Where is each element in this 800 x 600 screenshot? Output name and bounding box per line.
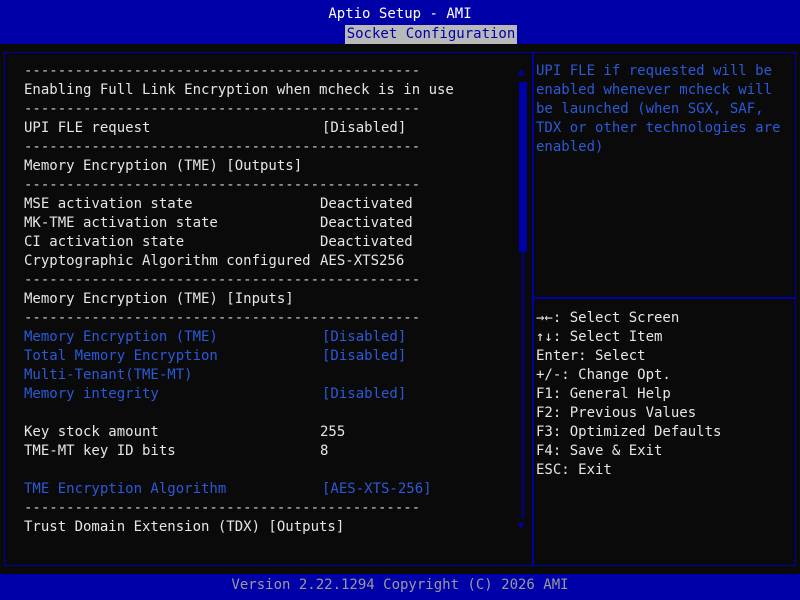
- app-title: Aptio Setup - AMI: [328, 6, 472, 22]
- setting-label-total-memory-encryption[interactable]: Total Memory Encryption: [24, 347, 218, 366]
- title-bar: Aptio Setup - AMI Socket Configuration: [0, 0, 800, 44]
- crypto-algo-label: Cryptographic Algorithm configured: [24, 253, 311, 269]
- mse-state-label: MSE activation state: [24, 196, 193, 212]
- setting-value-total-memory-encryption[interactable]: [Disabled]: [322, 347, 406, 366]
- key-hint-enter: Enter: Select: [536, 348, 646, 364]
- tab-socket-configuration[interactable]: Socket Configuration: [345, 25, 517, 44]
- help-text-line: enabled whenever mcheck will: [536, 82, 773, 98]
- panel-divider: [532, 52, 534, 566]
- key-hint-esc-exit: ESC: Exit: [536, 462, 612, 478]
- help-text-line: enabled): [536, 139, 604, 155]
- key-hint-change-opt: +/-: Change Opt.: [536, 367, 671, 383]
- ci-state-label: CI activation state: [24, 234, 185, 250]
- help-text-line: UPI FLE if requested will be: [536, 63, 773, 79]
- setting-value-tme[interactable]: [Disabled]: [322, 328, 406, 347]
- key-stock-value: 255: [320, 424, 346, 440]
- section-heading-tdx: Trust Domain Extension (TDX) [Outputs]: [24, 519, 345, 535]
- help-text-line: TDX or other technologies are: [536, 120, 781, 136]
- crypto-algo-value: AES-XTS256: [320, 253, 405, 269]
- ci-state-value: Deactivated: [320, 234, 413, 250]
- setting-value-upi-fle[interactable]: [Disabled]: [322, 119, 406, 138]
- mse-state-value: Deactivated: [320, 196, 413, 212]
- key-hint-save-exit: F4: Save & Exit: [536, 443, 663, 459]
- setting-value-tme-algorithm[interactable]: [AES-XTS-256]: [322, 480, 432, 499]
- key-id-bits-label: TME-MT key ID bits: [24, 443, 176, 459]
- setting-label-memory-integrity[interactable]: Memory integrity: [24, 385, 159, 404]
- key-stock-label: Key stock amount: [24, 424, 159, 440]
- help-text-line: be launched (when SGX, SAF,: [536, 101, 764, 117]
- scroll-down-icon[interactable]: ▼: [518, 520, 530, 532]
- setting-value-memory-integrity[interactable]: [Disabled]: [322, 385, 406, 404]
- section-heading-tme-outputs: Memory Encryption (TME) [Outputs]: [24, 158, 303, 174]
- setting-label-tme-algorithm[interactable]: TME Encryption Algorithm: [24, 480, 226, 499]
- separator: ----------------------------------------…: [24, 63, 421, 79]
- setting-label-tme[interactable]: Memory Encryption (TME): [24, 328, 218, 347]
- mk-tme-state-label: MK-TME activation state: [24, 215, 218, 231]
- scrollbar[interactable]: [519, 82, 529, 518]
- key-hint-select-item: ↑↓: Select Item: [536, 329, 663, 345]
- mk-tme-state-value: Deactivated: [320, 215, 413, 231]
- separator: ----------------------------------------…: [24, 177, 421, 193]
- section-heading-fle: Enabling Full Link Encryption when mchec…: [24, 82, 454, 98]
- separator: ----------------------------------------…: [24, 272, 421, 288]
- key-hint-general-help: F1: General Help: [536, 386, 671, 402]
- key-id-bits-value: 8: [320, 443, 329, 459]
- help-divider: [534, 297, 796, 299]
- scrollbar-track: [521, 252, 525, 518]
- key-hint-optimized-defaults: F3: Optimized Defaults: [536, 424, 722, 440]
- scroll-up-icon[interactable]: ▲: [518, 66, 530, 78]
- separator: ----------------------------------------…: [24, 310, 421, 326]
- key-hint-previous-values: F2: Previous Values: [536, 405, 697, 421]
- footer-version: Version 2.22.1294 Copyright (C) 2026 AMI: [0, 574, 800, 600]
- setting-label-upi-fle[interactable]: UPI FLE request: [24, 119, 150, 138]
- key-hint-select-screen: →←: Select Screen: [536, 310, 680, 326]
- scrollbar-thumb[interactable]: [519, 82, 527, 252]
- separator: ----------------------------------------…: [24, 101, 421, 117]
- setting-label-multi-tenant[interactable]: Multi-Tenant(TME-MT): [24, 366, 193, 385]
- separator: ----------------------------------------…: [24, 500, 421, 516]
- separator: ----------------------------------------…: [24, 139, 421, 155]
- section-heading-tme-inputs: Memory Encryption (TME) [Inputs]: [24, 291, 294, 307]
